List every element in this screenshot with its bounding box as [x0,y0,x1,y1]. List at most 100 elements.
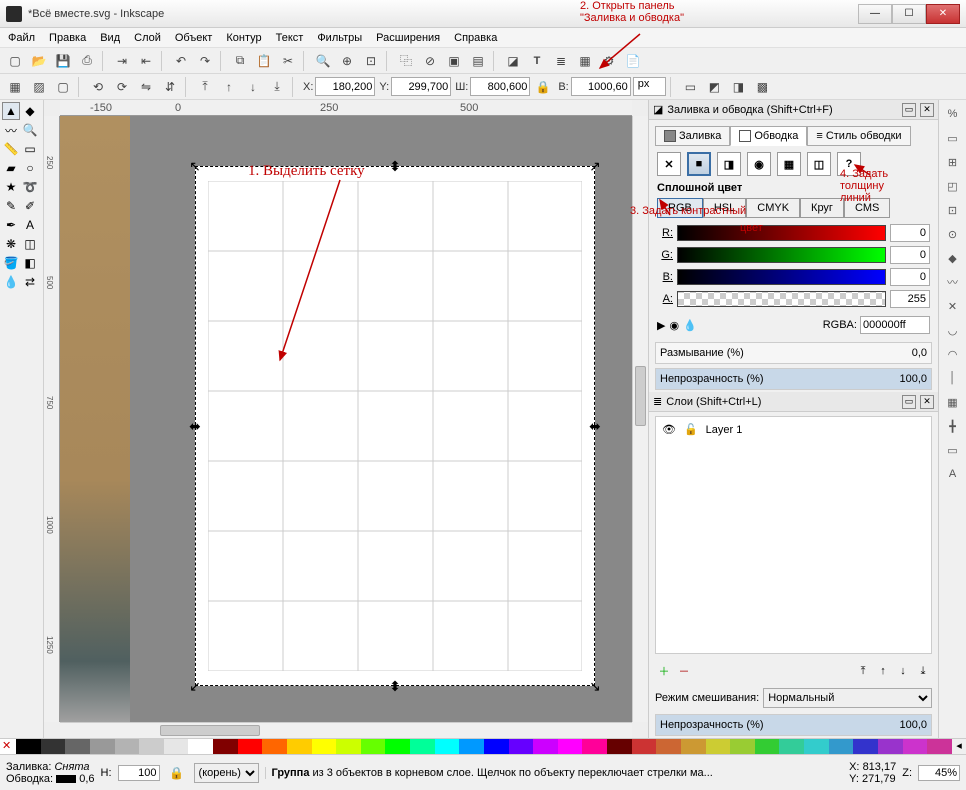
palette-swatch[interactable] [115,739,140,754]
export-icon[interactable]: ⇤ [135,50,157,72]
palette-swatch[interactable] [262,739,287,754]
palette-swatch[interactable] [484,739,509,754]
palette-swatch[interactable] [361,739,386,754]
handle-n[interactable]: ⬍ [388,159,402,173]
bucket-tool[interactable]: 🪣 [2,254,20,272]
eraser-tool[interactable]: ◫ [21,235,39,253]
tab-stroke-style[interactable]: ≡Стиль обводки [807,126,910,146]
opacity-row[interactable]: Непрозрачность (%)100,0 [655,368,932,390]
handle-e[interactable]: ⬌ [588,419,602,433]
pencil-tool[interactable]: ✎ [2,197,20,215]
snap-center-icon[interactable]: ⊙ [943,224,963,244]
group-icon[interactable]: ▣ [443,50,465,72]
palette-swatch[interactable] [509,739,534,754]
palette-swatch[interactable] [435,739,460,754]
palette-swatch[interactable] [287,739,312,754]
palette-none[interactable] [0,739,16,754]
bezier-tool[interactable]: ✐ [21,197,39,215]
open-icon[interactable]: 📂 [28,50,50,72]
mode-hsl[interactable]: HSL [703,198,746,218]
canvas[interactable]: ↖ ⬍ ↗ ⬌ ⬌ ↙ ⬍ ↘ [60,116,632,722]
paint-swatch[interactable]: ◫ [807,152,831,176]
palette-swatch[interactable] [188,739,213,754]
layer-up-icon[interactable]: ↑ [874,662,892,680]
paint-unknown[interactable]: ? [837,152,861,176]
menu-extensions[interactable]: Расширения [376,32,440,44]
x-input[interactable] [315,77,375,96]
a-input[interactable] [890,290,930,308]
palette-swatch[interactable] [385,739,410,754]
affect-stroke-icon[interactable]: ▭ [679,76,701,98]
calligraphy-tool[interactable]: ✒ [2,216,20,234]
copy-icon[interactable]: ⧉ [229,50,251,72]
ellipse-tool[interactable]: ○ [21,159,39,177]
snap-midpoint-icon[interactable]: ⊡ [943,200,963,220]
palette-swatch[interactable] [681,739,706,754]
star-tool[interactable]: ★ [2,178,20,196]
palette-swatch[interactable] [903,739,928,754]
rotate-ccw-icon[interactable]: ⟲ [87,76,109,98]
affect-corners-icon[interactable]: ◩ [703,76,725,98]
menu-edit[interactable]: Правка [49,32,86,44]
b-slider[interactable] [677,269,886,285]
palette-swatch[interactable] [607,739,632,754]
paint-flat[interactable]: ■ [687,152,711,176]
paint-none[interactable]: ✕ [657,152,681,176]
menu-text[interactable]: Текст [276,32,304,44]
palette-swatch[interactable] [878,739,903,754]
palette-swatch[interactable] [410,739,435,754]
zoom-page-icon[interactable]: ⊡ [360,50,382,72]
affect-pattern-icon[interactable]: ▩ [751,76,773,98]
rgba-input[interactable] [860,316,930,334]
snap-edge-icon[interactable]: ⊞ [943,152,963,172]
r-input[interactable] [890,224,930,242]
menu-object[interactable]: Объект [175,32,212,44]
layer-opacity-row[interactable]: Непрозрачность (%)100,0 [655,714,932,736]
sel-all-icon[interactable]: ▦ [4,76,26,98]
palette-swatch[interactable] [533,739,558,754]
menu-view[interactable]: Вид [100,32,120,44]
palette-swatch[interactable] [16,739,41,754]
paint-linear[interactable]: ◨ [717,152,741,176]
y-input[interactable] [391,77,451,96]
handle-nw[interactable]: ↖ [188,159,202,173]
g-slider[interactable] [677,247,886,263]
select-tool[interactable]: ▲ [2,102,20,120]
handle-w[interactable]: ⬌ [188,419,202,433]
snap-text-icon[interactable]: A [943,464,963,484]
lower-icon[interactable]: ↓ [242,76,264,98]
snap-cusp-icon[interactable]: ◠ [943,344,963,364]
eye-icon[interactable]: 👁 [662,423,676,436]
palette-swatch[interactable] [213,739,238,754]
blend-select[interactable]: Нормальный [763,688,932,708]
prefs-icon[interactable]: ⚙ [598,50,620,72]
maximize-button[interactable]: ☐ [892,4,926,24]
raise-icon[interactable]: ↑ [218,76,240,98]
spray-tool[interactable]: ❋ [2,235,20,253]
mode-wheel[interactable]: Круг [800,198,844,218]
layer-row[interactable]: 👁 🔓 Layer 1 [660,421,927,438]
dropper-tool[interactable]: 💧 [2,273,20,291]
remove-layer-icon[interactable]: － [675,662,693,680]
node-tool[interactable]: ◆ [21,102,39,120]
layer-bottom-icon[interactable]: ⤓ [914,662,932,680]
layer-indicator[interactable]: (корень) [194,763,259,783]
g-input[interactable] [890,246,930,264]
h-input[interactable] [571,77,631,96]
zoom-tool[interactable]: 🔍 [21,121,39,139]
flip-h-icon[interactable]: ⇋ [135,76,157,98]
snap-node-icon[interactable]: ◆ [943,248,963,268]
palette-swatch[interactable] [656,739,681,754]
mode-cms[interactable]: CMS [844,198,890,218]
snap-enable-icon[interactable]: % [943,104,963,124]
dock-minimize-icon[interactable]: ▭ [902,103,916,117]
handle-s[interactable]: ⬍ [388,679,402,693]
palette-swatch[interactable] [927,739,952,754]
fillstroke-icon[interactable]: ◪ [502,50,524,72]
palette-swatch[interactable] [730,739,755,754]
raise-top-icon[interactable]: ⤒ [194,76,216,98]
new-icon[interactable]: ▢ [4,50,26,72]
palette-swatch[interactable] [312,739,337,754]
mode-rgb[interactable]: RGB [657,198,703,218]
add-layer-icon[interactable]: ＋ [655,662,673,680]
